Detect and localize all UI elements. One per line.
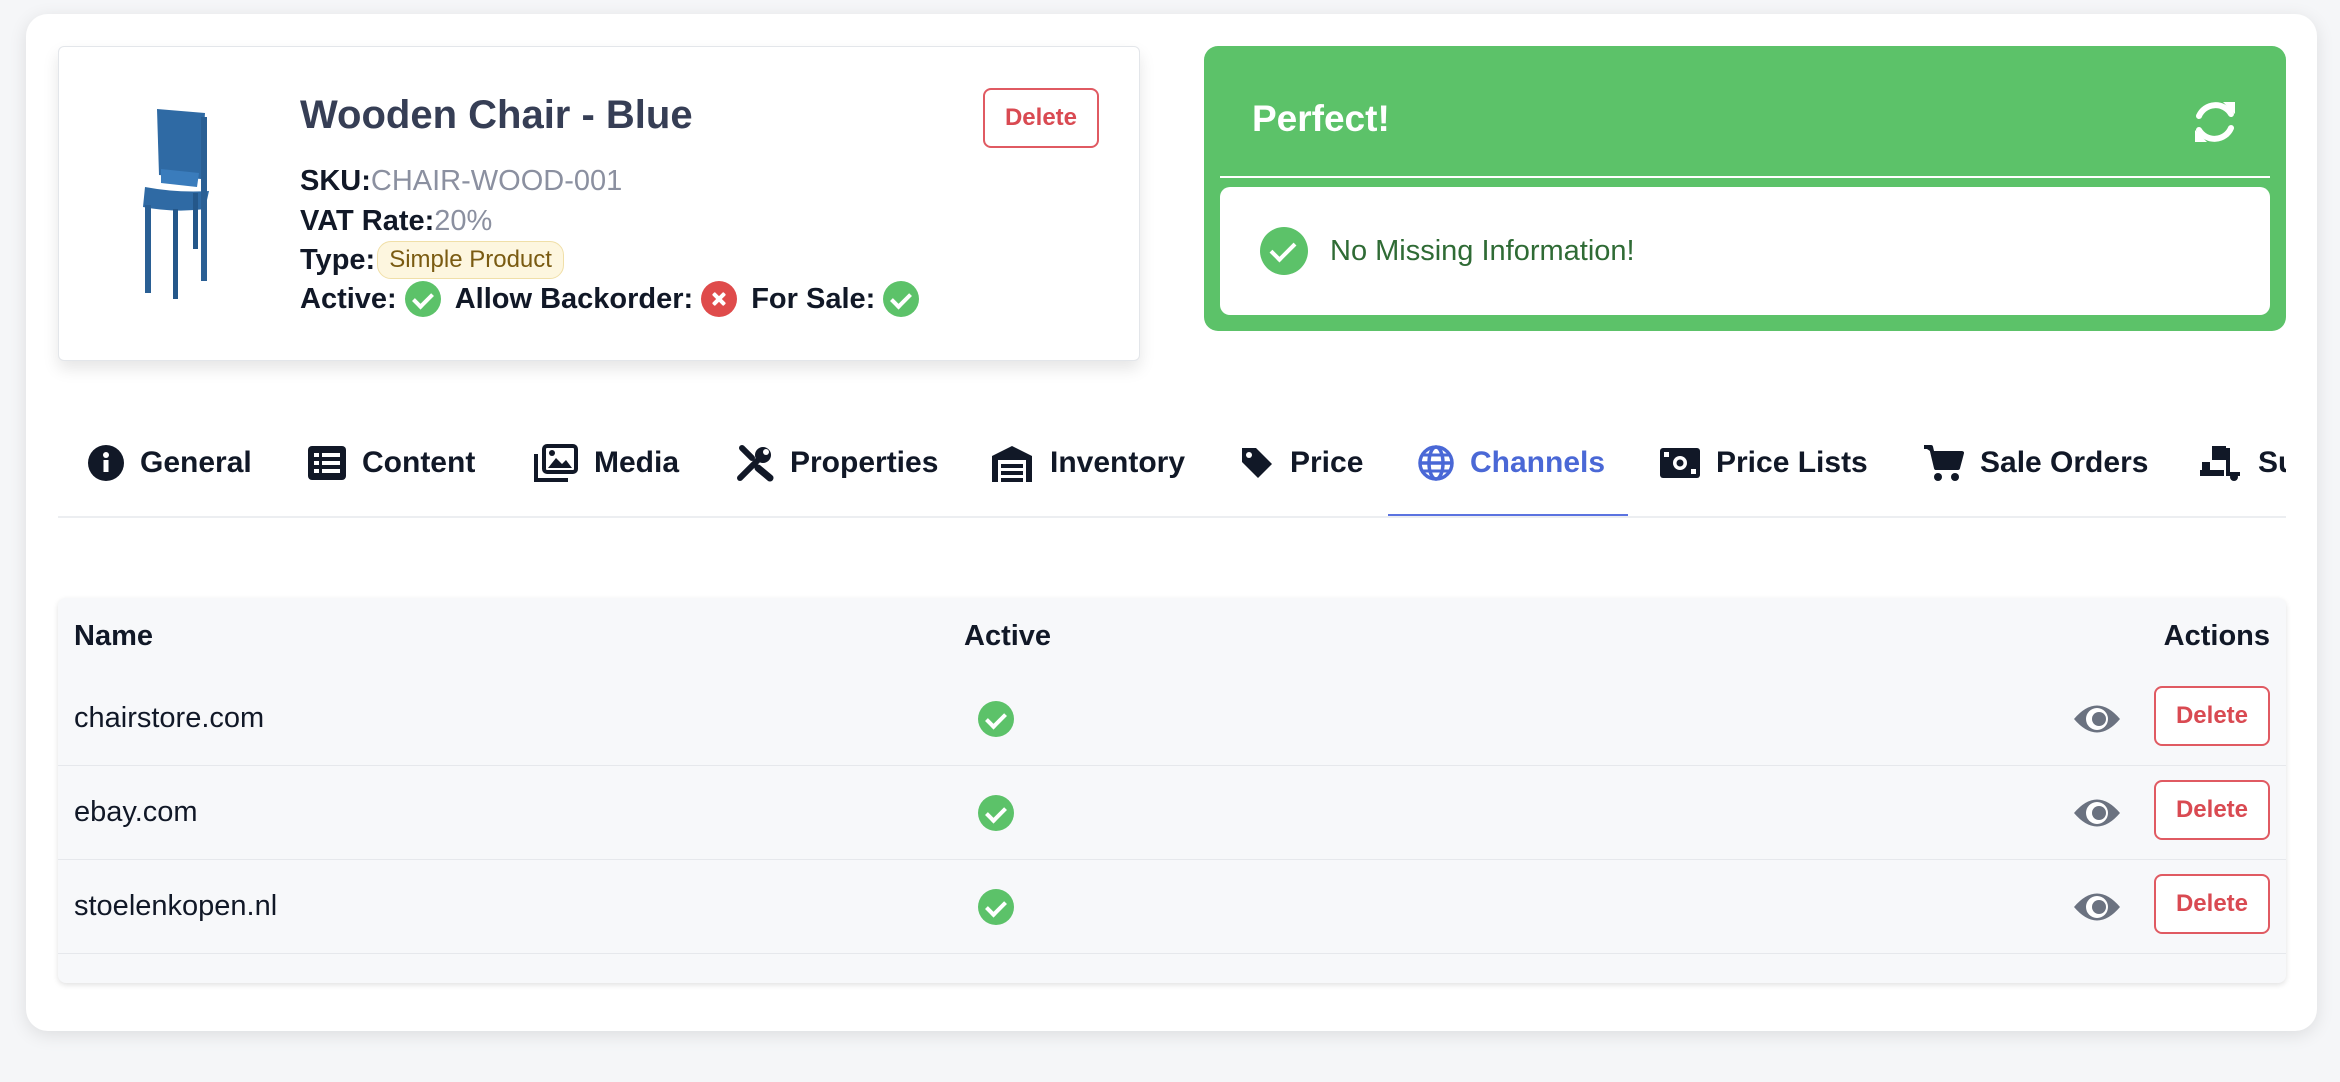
status-title: Perfect! — [1252, 98, 1390, 139]
delete-product-button[interactable]: Delete — [983, 88, 1099, 148]
tab-label: Price — [1290, 446, 1364, 479]
channels-table: Name Active Actions chairstore.com Delet… — [58, 598, 2286, 983]
tab-channels[interactable]: Channels — [1418, 410, 1605, 516]
product-card: Wooden Chair - Blue Delete SKU: CHAIR-WOO… — [58, 46, 1140, 361]
sku-label: SKU: — [300, 165, 371, 197]
truck-loading-icon — [2200, 446, 2240, 481]
backorder-cross-icon — [701, 281, 738, 317]
eye-icon[interactable] — [2072, 790, 2122, 836]
active-label: Active: — [300, 282, 397, 315]
active-check-icon — [978, 889, 1014, 925]
info-circle-icon — [88, 445, 124, 481]
refresh-icon[interactable] — [2187, 94, 2243, 150]
sku-value: CHAIR-WOOD-001 — [370, 165, 623, 197]
completeness-card: Perfect! No Missing Information! — [1204, 46, 2286, 331]
for-sale-label: For Sale: — [751, 282, 876, 315]
channel-name: stoelenkopen.nl — [74, 890, 278, 922]
active-check-icon — [404, 281, 441, 317]
header-name: Name — [74, 620, 153, 652]
money-bill-icon — [1660, 448, 1700, 478]
globe-icon — [1418, 445, 1454, 481]
chair-image — [143, 109, 209, 299]
table-row: stoelenkopen.nl Delete — [58, 860, 2286, 954]
tab-properties[interactable]: Properties — [736, 410, 938, 516]
tag-icon — [1242, 448, 1272, 478]
tab-suppliers[interactable]: Su — [2198, 410, 2286, 516]
vat-label: VAT Rate: — [300, 205, 435, 237]
tab-label: Media — [594, 446, 680, 479]
table-row: ebay.com Delete — [58, 766, 2286, 860]
type-label: Type: — [300, 243, 376, 276]
product-tabs: General Content Media Properties Invento… — [58, 410, 2286, 518]
tab-inventory[interactable]: Inventory — [990, 410, 1185, 516]
success-check-icon — [1260, 227, 1308, 275]
cart-icon — [1924, 445, 1964, 481]
delete-channel-button[interactable]: Delete — [2154, 780, 2270, 840]
product-title: Wooden Chair - Blue — [300, 93, 693, 137]
tab-price-lists[interactable]: Price Lists — [1660, 410, 1868, 516]
channel-name: chairstore.com — [74, 702, 265, 734]
type-line: Type: Simple Product — [300, 241, 564, 279]
status-divider — [1220, 176, 2270, 178]
active-check-icon — [978, 795, 1014, 831]
type-badge: Simple Product — [377, 241, 564, 279]
vat-value: 20% — [434, 205, 493, 237]
tab-label: General — [140, 446, 252, 479]
tools-icon — [737, 445, 774, 482]
images-icon — [534, 444, 578, 482]
tab-media[interactable]: Media — [534, 410, 679, 516]
tab-label: Content — [362, 446, 476, 479]
tab-price[interactable]: Price — [1240, 410, 1363, 516]
sku-line: SKU: CHAIR-WOOD-001 — [300, 165, 622, 198]
tab-label: Su — [2258, 446, 2286, 479]
tab-sale-orders[interactable]: Sale Orders — [1922, 410, 2148, 516]
vat-line: VAT Rate: 20% — [300, 205, 492, 238]
tab-label: Inventory — [1050, 446, 1186, 479]
table-row: chairstore.com Delete — [58, 672, 2286, 766]
delete-channel-button[interactable]: Delete — [2154, 686, 2270, 746]
eye-icon[interactable] — [2072, 696, 2122, 742]
flags-line: Active: Allow Backorder: For Sale: — [300, 281, 933, 317]
channel-name: ebay.com — [74, 796, 198, 828]
tab-label: Properties — [790, 446, 939, 479]
tab-label: Price Lists — [1716, 446, 1868, 479]
for-sale-check-icon — [883, 281, 920, 317]
eye-icon[interactable] — [2072, 884, 2122, 930]
header-active: Active — [964, 620, 1052, 652]
tab-content[interactable]: Content — [308, 410, 475, 516]
tab-label: Channels — [1470, 446, 1606, 479]
status-message: No Missing Information! — [1330, 235, 1635, 267]
header-actions: Actions — [2163, 620, 2270, 652]
active-check-icon — [978, 701, 1014, 737]
tab-general[interactable]: General — [88, 410, 252, 516]
backorder-label: Allow Backorder: — [454, 282, 694, 315]
status-body: No Missing Information! — [1220, 187, 2270, 315]
list-icon — [308, 446, 346, 480]
tab-label: Sale Orders — [1980, 446, 2149, 479]
active-tab-underline — [1388, 514, 1628, 516]
delete-channel-button[interactable]: Delete — [2154, 874, 2270, 934]
warehouse-icon — [992, 446, 1032, 482]
